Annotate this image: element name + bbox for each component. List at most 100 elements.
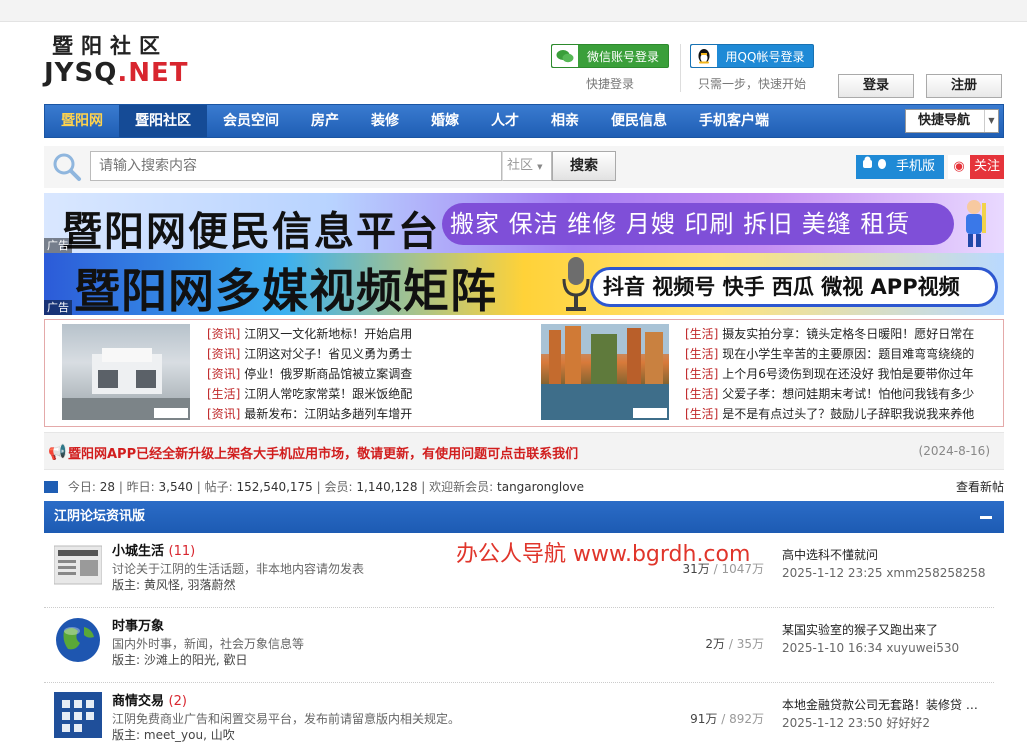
nav-item-home[interactable]: 暨阳网: [45, 105, 119, 137]
site-stats: 今日: 28 | 昨日: 3,540 | 帖子: 152,540,175 | 会…: [44, 476, 1004, 498]
forum-last-post: 某国实验室的猴子又跑出来了 2025-1-10 16:34 xuyuwei530: [782, 621, 994, 657]
last-post-meta: 2025-1-10 16:34 xuyuwei530: [782, 641, 960, 655]
stat-yesterday: 3,540: [158, 480, 193, 494]
search-input[interactable]: [90, 151, 502, 181]
nav-item-decoration[interactable]: 装修: [355, 105, 415, 137]
banner2-platforms: 抖音 视频号 快手 西瓜 微视 APP视频: [590, 267, 998, 307]
forum-description: 国内外时事，新闻，社会万象信息等: [112, 637, 305, 651]
last-post-title[interactable]: 某国实验室的猴子又跑出来了: [782, 621, 994, 639]
stat-members-label: 会员:: [324, 480, 353, 494]
stat-newest-label: 欢迎新会员:: [429, 480, 494, 494]
forum-row: 商情交易 (2) 江阴免费商业广告和闲置交易平台，发布前请留意版内相关规定。 版…: [44, 684, 994, 744]
news-item[interactable]: [生活] 是不是有点过头了？鼓励儿子辞职我说我来养他: [685, 404, 975, 424]
stat-members: 1,140,128: [356, 480, 418, 494]
forum-stats: 2万 / 35万: [705, 637, 764, 651]
megaphone-icon: 📢: [48, 443, 67, 461]
news-item[interactable]: [资讯] 停业！俄罗斯商品馆被立案调查: [207, 364, 497, 384]
main-nav: 暨阳网 暨阳社区 会员空间 房产 装修 婚嫁 人才 相亲 便民信息 手机客户端 …: [44, 104, 1004, 138]
quick-nav-dropdown[interactable]: 快捷导航 ▼: [905, 109, 999, 133]
nav-item-mobile-client[interactable]: 手机客户端: [683, 105, 785, 137]
quick-nav-label: 快捷导航: [918, 113, 971, 128]
ad-tag: 广告: [44, 238, 72, 253]
banner1-services: 搬家 保洁 维修 月嫂 印刷 拆旧 美缝 租赁: [442, 203, 954, 245]
chevron-down-icon: ▼: [537, 163, 543, 171]
stat-newest-member[interactable]: tangaronglove: [497, 480, 584, 494]
news-item[interactable]: [资讯] 江阴又一文化新地标！开始启用: [207, 324, 497, 344]
news-item[interactable]: [资讯] 最新发布：江阴站多趟列车增开: [207, 404, 497, 424]
last-post-meta: 2025-1-12 23:25 xmm258258258: [782, 566, 986, 580]
qq-penguin-icon: [691, 45, 717, 67]
forum-section-title[interactable]: 江阴论坛资讯版: [54, 509, 145, 524]
qq-login-button[interactable]: 用QQ帐号登录: [690, 44, 814, 68]
ad-tag: 广告: [44, 300, 72, 315]
search-icon: [53, 153, 81, 181]
forum-description: 讨论关于江阴的生活话题，非本地内容请勿发表: [112, 562, 365, 576]
forum-name[interactable]: 时事万象: [112, 615, 164, 634]
nav-item-jobs[interactable]: 人才: [475, 105, 535, 137]
forum-last-post: 高中选科不懂就问 2025-1-12 23:25 xmm258258258: [782, 546, 994, 582]
view-new-posts-link[interactable]: 查看新帖: [956, 476, 1004, 498]
forum-last-post: 本地金融贷款公司无套路！装修贷 … 2025-1-12 23:50 好好好2: [782, 696, 994, 732]
qq-login-hint: 只需一步，快速开始: [697, 77, 806, 91]
news-item[interactable]: [生活] 上个月6号烫伤到现在还没好 我怕是要带你过年: [685, 364, 975, 384]
forum-row: 时事万象 国内外时事，新闻，社会万象信息等 版主: 沙滩上的阳光, 歡日 2万 …: [44, 609, 994, 683]
nav-item-wedding[interactable]: 婚嫁: [415, 105, 475, 137]
banner2-title: 暨阳网多媒视频矩阵: [74, 264, 497, 315]
nav-item-member-space[interactable]: 会员空间: [207, 105, 295, 137]
forum-section-header: 江阴论坛资讯版: [44, 501, 1004, 533]
nav-item-dating[interactable]: 相亲: [535, 105, 595, 137]
forum-moderators: 版主: 黄风怪, 羽落蔚然: [112, 578, 236, 592]
forum-stats: 91万 / 892万: [690, 712, 764, 726]
wechat-login-button[interactable]: 微信账号登录: [551, 44, 669, 68]
search-button[interactable]: 搜索: [552, 151, 616, 181]
cleaner-figure-icon: [966, 200, 986, 247]
globe-icon[interactable]: [54, 617, 102, 663]
last-post-title[interactable]: 本地金融贷款公司无套路！装修贷 …: [782, 696, 994, 714]
chevron-down-icon: ▼: [984, 110, 998, 132]
site-logo[interactable]: 暨阳社区 JYSQ.NET: [44, 34, 224, 90]
search-scope-select[interactable]: 社区 ▼: [502, 151, 552, 181]
watermark-text: 办公人导航 www.bgrdh.com: [456, 542, 751, 567]
stat-posts: 152,540,175: [236, 480, 313, 494]
forum-name[interactable]: 商情交易 (2): [112, 690, 187, 709]
nav-item-realestate[interactable]: 房产: [295, 105, 355, 137]
announcement-bar: 📢 暨阳网APP已经全新升级上架各大手机应用市场，敬请更新，有使用问题可点击联系…: [44, 432, 1004, 470]
mobile-version-button[interactable]: 手机版: [856, 155, 944, 179]
announcement-date: (2024-8-16): [918, 444, 990, 458]
forum-name[interactable]: 小城生活 (11): [112, 540, 195, 559]
collapse-icon[interactable]: [980, 516, 992, 519]
news-thumbnail-autumn-lake[interactable]: [541, 324, 669, 420]
news-item[interactable]: [生活] 父爱子孝：想问娃期末考试！怕他问我钱有多少: [685, 384, 975, 404]
android-apple-icon: [856, 155, 896, 179]
search-scope-label: 社区: [507, 158, 534, 173]
news-item[interactable]: [生活] 摄友实拍分享：镜头定格冬日暖阳！愿好日常在: [685, 324, 975, 344]
qq-login-block: 用QQ帐号登录 只需一步，快速开始: [690, 44, 814, 92]
newspaper-icon[interactable]: [54, 542, 102, 588]
register-button[interactable]: 注册: [926, 74, 1002, 98]
news-list-left: [资讯] 江阴又一文化新地标！开始启用 [资讯] 江阴这对父子！省见义勇为勇士 …: [207, 324, 497, 424]
news-item[interactable]: [生活] 现在小学生辛苦的主要原因：题目难弯弯绕绕的: [685, 344, 975, 364]
marketplace-icon[interactable]: [54, 692, 102, 738]
nav-item-community[interactable]: 暨阳社区: [119, 105, 207, 137]
forum-moderators: 版主: meet_you, 山吹: [112, 728, 235, 742]
login-button[interactable]: 登录: [838, 74, 914, 98]
last-post-meta: 2025-1-12 23:50 好好好2: [782, 716, 930, 730]
follow-weibo-button[interactable]: ◉ 关注: [948, 155, 1004, 179]
bar-chart-icon: [44, 481, 58, 493]
news-item[interactable]: [资讯] 江阴这对父子！省见义勇为勇士: [207, 344, 497, 364]
announcement-text[interactable]: 暨阳网APP已经全新升级上架各大手机应用市场，敬请更新，有使用问题可点击联系我们: [68, 443, 578, 462]
stat-posts-label: 帖子:: [204, 480, 233, 494]
ad-banner-services[interactable]: 暨阳网便民信息平台 搬家 保洁 维修 月嫂 印刷 拆旧 美缝 租赁 广告: [44, 193, 1004, 253]
forum-moderators: 版主: 沙滩上的阳光, 歡日: [112, 653, 248, 667]
wechat-login-block: 微信账号登录 快捷登录: [551, 44, 669, 92]
ad-banner-video[interactable]: 暨阳网多媒视频矩阵 抖音 视频号 快手 西瓜 微视 APP视频 广告: [44, 253, 1004, 315]
news-thumbnail-building[interactable]: [62, 324, 190, 420]
news-item[interactable]: [生活] 江阴人常吃家常菜！跟米饭绝配: [207, 384, 497, 404]
follow-label: 关注: [973, 159, 1000, 174]
last-post-title[interactable]: 高中选科不懂就问: [782, 546, 994, 564]
nav-item-classifieds[interactable]: 便民信息: [595, 105, 683, 137]
stat-today-label: 今日:: [67, 480, 96, 494]
headline-news-box: [资讯] 江阴又一文化新地标！开始启用 [资讯] 江阴这对父子！省见义勇为勇士 …: [44, 319, 1004, 427]
divider: [680, 44, 681, 92]
qq-login-label: 用QQ帐号登录: [725, 49, 805, 64]
